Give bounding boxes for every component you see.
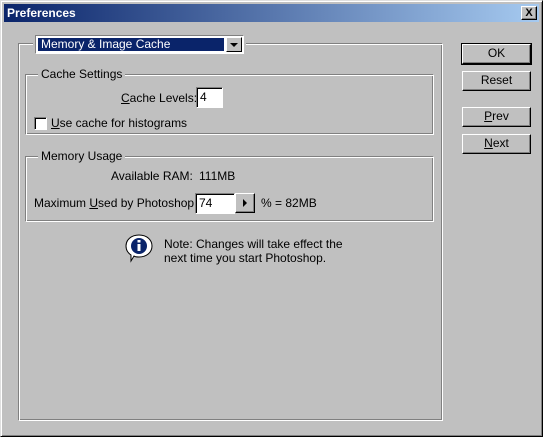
max-used-percent: % = 82MB (261, 196, 317, 210)
ok-button[interactable]: OK (461, 43, 532, 65)
title-bar[interactable]: Preferences X (4, 4, 539, 22)
category-dropdown-container: Memory & Image Cache (33, 34, 246, 55)
cache-levels-label: Cache Levels: (121, 91, 198, 105)
restart-note: Note: Changes will take effect the next … (164, 237, 343, 265)
next-button[interactable]: Next (462, 134, 531, 154)
available-ram-label: Available RAM: (111, 169, 193, 183)
reset-button[interactable]: Reset (462, 71, 531, 91)
close-button[interactable]: X (521, 6, 537, 20)
window-title: Preferences (7, 6, 76, 20)
preferences-dialog: Preferences X Memory & Image Cache Cache… (0, 0, 543, 437)
slider-arrow-button[interactable] (235, 193, 255, 213)
chevron-down-icon[interactable] (226, 37, 242, 52)
note-line-1: Note: Changes will take effect the (164, 237, 343, 251)
memory-usage-label: Memory Usage (38, 149, 126, 163)
category-dropdown[interactable]: Memory & Image Cache (35, 35, 244, 54)
available-ram-value: 111MB (199, 169, 236, 183)
info-icon (125, 234, 153, 263)
max-used-input[interactable]: 74 (195, 193, 235, 214)
histogram-cache-label[interactable]: Use cache for histograms (51, 116, 187, 130)
max-used-label: Maximum Used by Photoshop: (34, 196, 198, 210)
cache-settings-label: Cache Settings (38, 67, 126, 81)
cache-levels-input[interactable]: 4 (196, 87, 223, 108)
prev-button[interactable]: Prev (462, 107, 531, 127)
note-line-2: next time you start Photoshop. (164, 251, 327, 265)
category-dropdown-value: Memory & Image Cache (37, 37, 225, 52)
histogram-cache-checkbox[interactable] (34, 117, 47, 130)
